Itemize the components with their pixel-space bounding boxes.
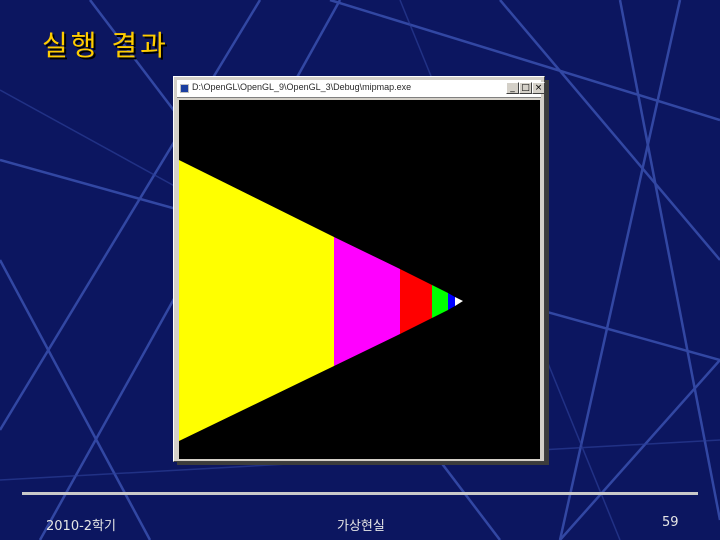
band-yellow xyxy=(179,160,334,441)
minimize-button[interactable]: _ xyxy=(506,82,519,94)
slide-title: 실행 결과 xyxy=(42,29,169,62)
band-magenta xyxy=(334,237,400,366)
app-icon[interactable] xyxy=(180,84,189,93)
band-red xyxy=(400,269,432,334)
window-title: D:\OpenGL\OpenGL_9\OpenGL_3\Debug\mipmap… xyxy=(192,82,412,92)
band-green xyxy=(432,285,448,318)
band-white xyxy=(455,297,463,306)
page-number: 59 xyxy=(662,515,679,530)
maximize-button[interactable]: □ xyxy=(519,82,532,94)
footer-term: 2010-2학기 xyxy=(46,519,116,534)
maximize-icon: □ xyxy=(521,83,530,93)
render-canvas[interactable] xyxy=(179,100,540,459)
app-window[interactable]: D:\OpenGL\OpenGL_9\OpenGL_3\Debug\mipmap… xyxy=(173,76,545,462)
minimize-icon: _ xyxy=(510,83,515,93)
window-titlebar[interactable]: D:\OpenGL\OpenGL_9\OpenGL_3\Debug\mipmap… xyxy=(177,80,545,98)
close-button[interactable]: × xyxy=(532,82,545,94)
band-blue xyxy=(448,293,455,310)
footer-divider xyxy=(22,492,698,495)
footer-course: 가상현실 xyxy=(337,519,385,534)
close-icon: × xyxy=(534,83,543,93)
mipmap-triangle-render xyxy=(179,160,463,441)
